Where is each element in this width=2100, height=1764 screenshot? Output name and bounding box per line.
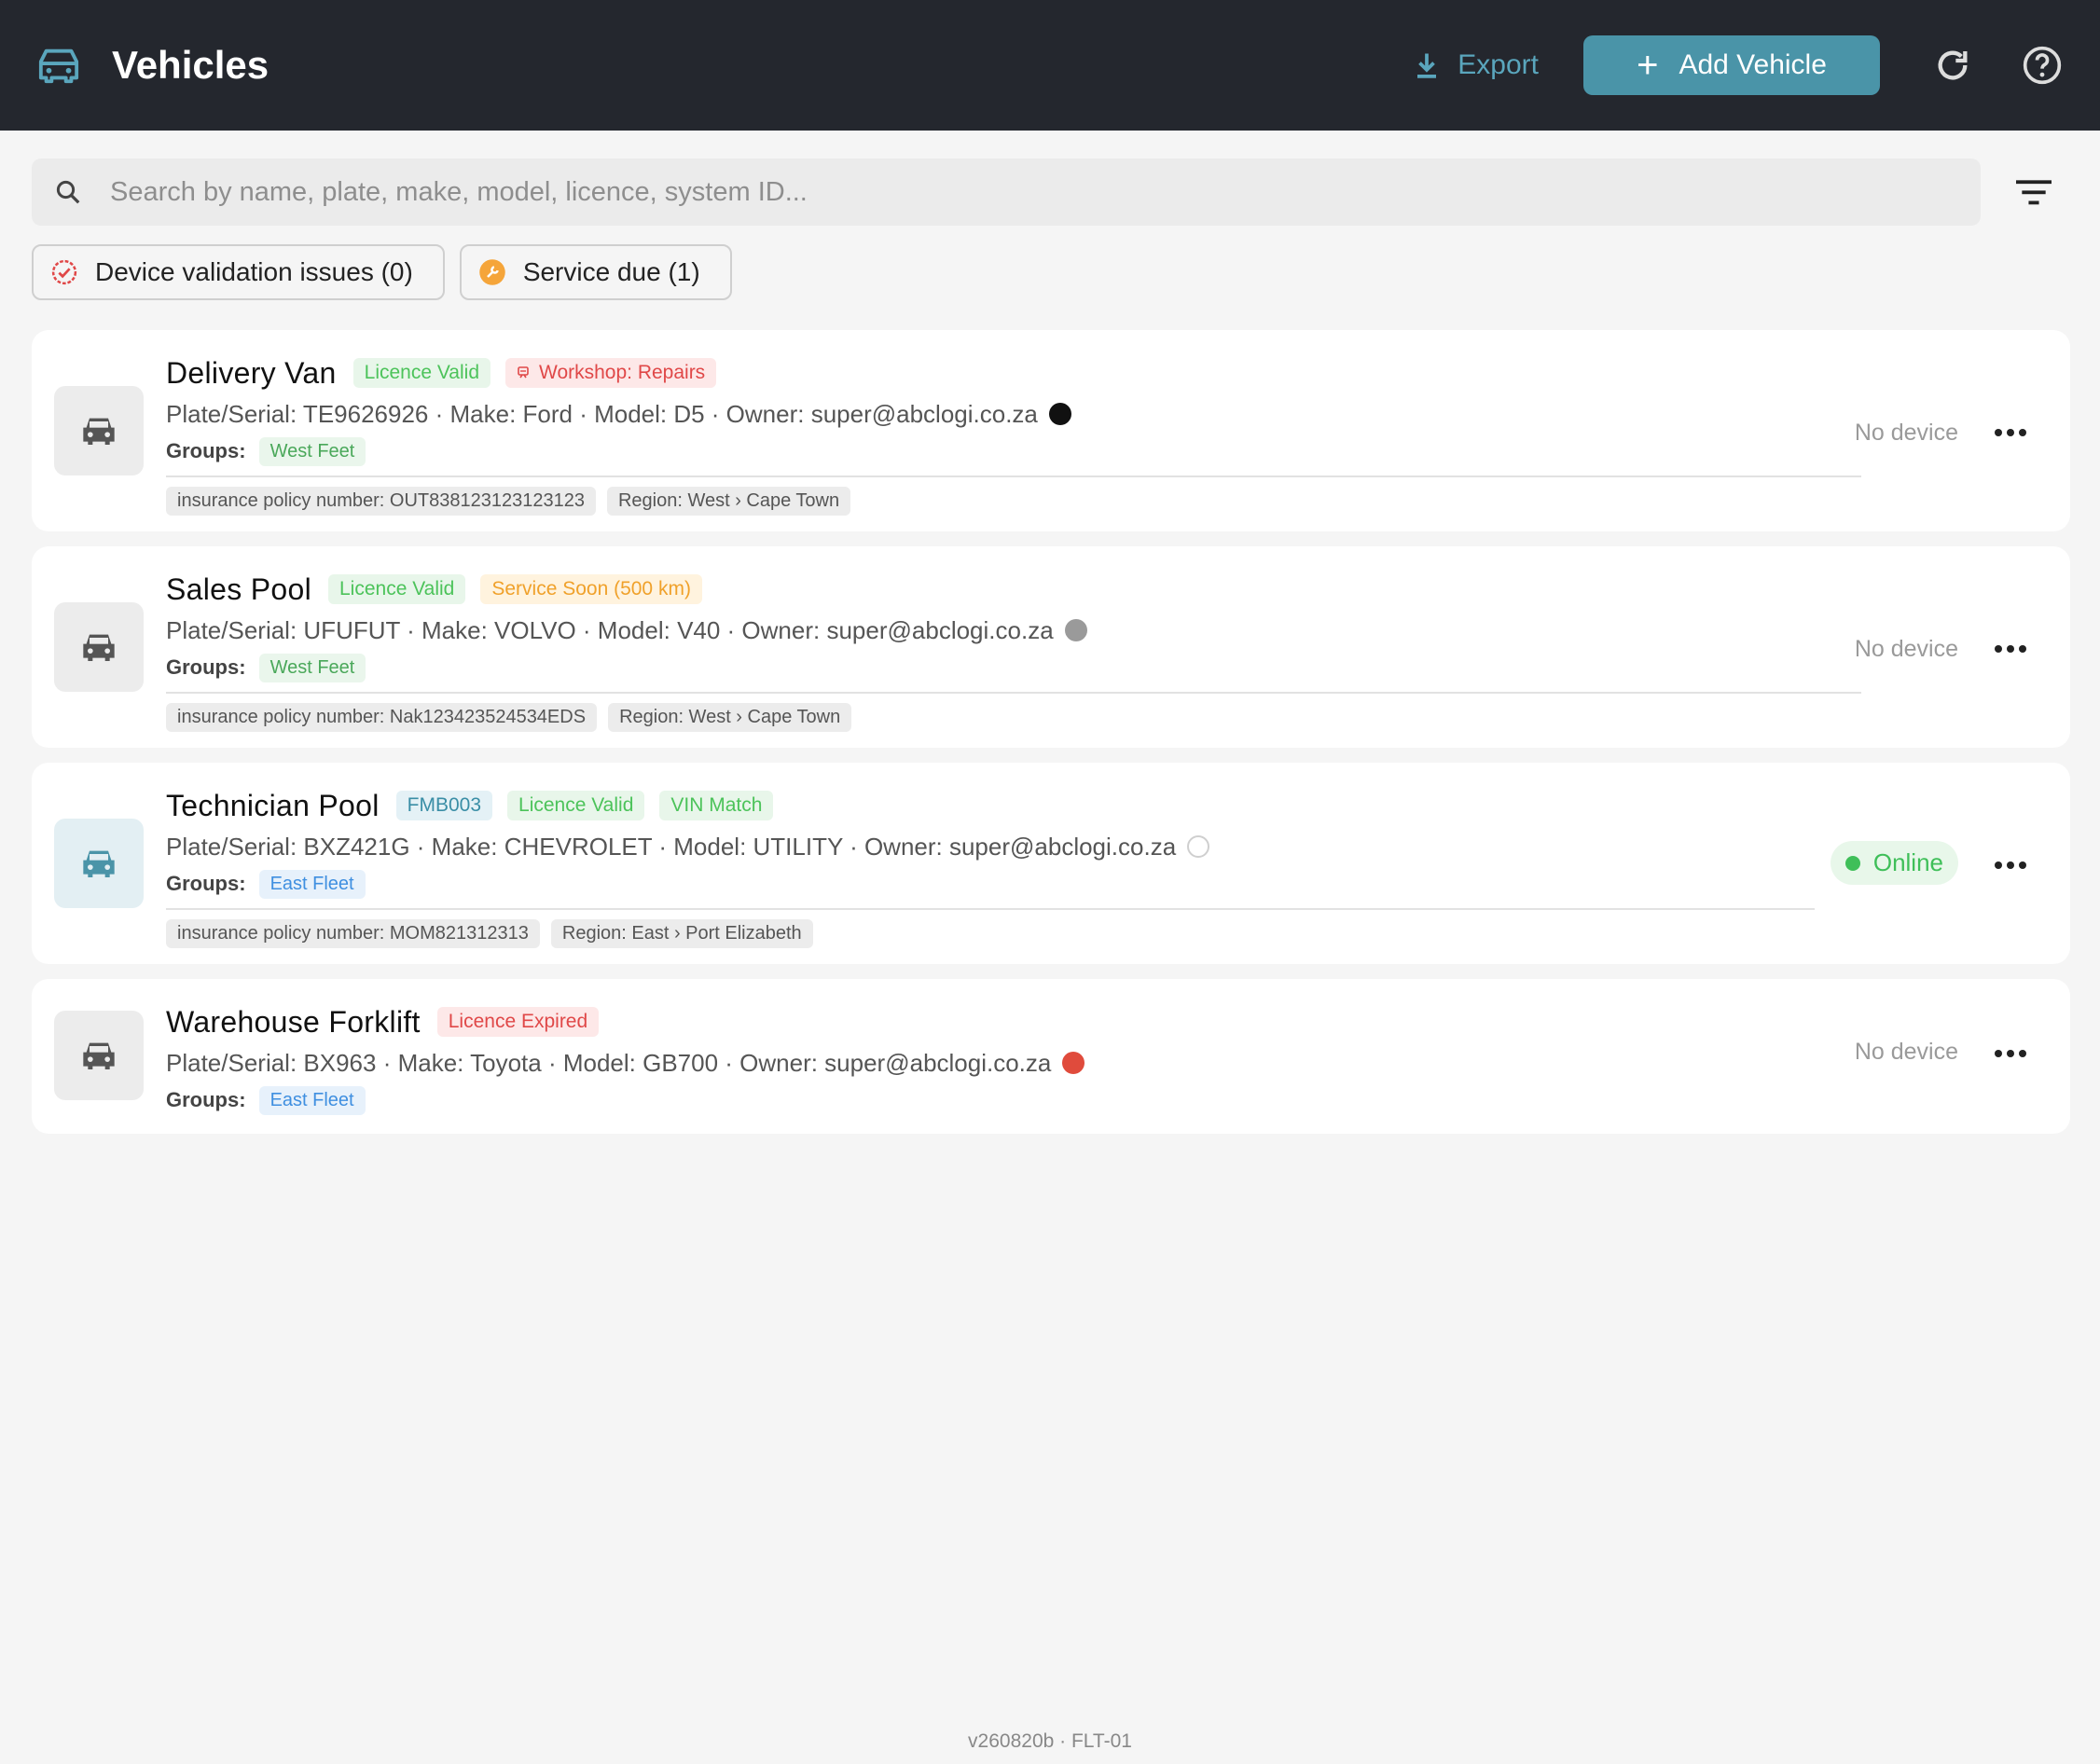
more-options-icon[interactable] (1988, 414, 2033, 451)
vehicle-card[interactable]: Technician Pool FMB003 Licence Valid VIN… (32, 763, 2070, 964)
status-dot (1844, 855, 1860, 871)
search-box[interactable] (32, 158, 1981, 226)
filter-chips: Device validation issues (0) Service due… (32, 244, 732, 300)
colour-dot (1064, 619, 1087, 641)
vehicle-name: Sales Pool (166, 572, 311, 606)
vehicle-card[interactable]: Delivery Van Licence Valid Workshop: Rep… (32, 330, 2070, 531)
filter-icon[interactable] (2016, 178, 2052, 206)
vin-badge: VIN Match (659, 791, 774, 820)
colour-dot (1187, 835, 1210, 858)
help-icon[interactable] (2022, 45, 2063, 86)
export-button[interactable]: Export (1415, 49, 1539, 81)
vehicle-details: Plate/Serial: BXZ421G · Make: CHEVROLET … (166, 832, 1177, 861)
more-options-icon[interactable] (1988, 847, 2033, 884)
chip-label: Service due (1) (522, 257, 700, 286)
group-tag: East Fleet (258, 869, 366, 899)
licence-badge: Licence Valid (352, 358, 490, 388)
group-tag: West Feet (258, 653, 366, 682)
vehicle-card[interactable]: Warehouse Forklift Licence Expired Plate… (32, 979, 2070, 1134)
licence-badge: Licence Expired (436, 1007, 600, 1037)
region-tag: Region: East › Port Elizabeth (550, 919, 813, 948)
wrench-circle-icon (479, 259, 505, 285)
car-icon (37, 42, 84, 89)
groups-label: Groups: (166, 439, 246, 462)
vehicle-name: Warehouse Forklift (166, 1004, 421, 1039)
add-vehicle-button[interactable]: + Add Vehicle (1583, 35, 1880, 95)
vehicle-thumbnail (54, 602, 144, 692)
search-icon (56, 180, 80, 204)
more-options-icon[interactable] (1988, 630, 2033, 668)
page-title: Vehicles (112, 43, 269, 87)
licence-badge: Licence Valid (327, 574, 466, 604)
region-tag: Region: West › Cape Town (606, 487, 851, 516)
insurance-tag: insurance policy number: Nak123423524534… (166, 703, 598, 732)
vehicle-name: Technician Pool (166, 788, 380, 822)
workshop-label: Workshop: Repairs (539, 362, 706, 383)
group-tag: East Fleet (258, 1085, 366, 1115)
groups-label: Groups: (166, 1088, 246, 1111)
alert-badge-icon (51, 259, 77, 285)
region-tag: Region: West › Cape Town (608, 703, 852, 732)
car-icon (83, 850, 115, 877)
divider (166, 692, 1861, 694)
chip-device-validation[interactable]: Device validation issues (0) (32, 244, 445, 300)
plus-icon: + (1637, 45, 1659, 86)
vehicle-details: Plate/Serial: TE9626926 · Make: Ford · M… (166, 399, 1038, 428)
device-id-badge: FMB003 (395, 791, 493, 820)
more-options-icon[interactable] (1988, 1035, 2033, 1072)
vehicle-card[interactable]: Sales Pool Licence Valid Service Soon (5… (32, 546, 2070, 748)
chip-label: Device validation issues (0) (95, 257, 413, 286)
vehicle-name: Delivery Van (166, 355, 337, 390)
top-bar: Vehicles Export + Add Vehicle (0, 0, 2100, 131)
car-icon (83, 1042, 115, 1069)
car-icon (83, 634, 115, 661)
add-vehicle-label: Add Vehicle (1679, 49, 1827, 80)
vehicle-list: Delivery Van Licence Valid Workshop: Rep… (32, 330, 2070, 1149)
device-status: No device (1854, 1039, 1958, 1065)
car-icon (83, 418, 115, 445)
online-status-badge: Online (1830, 841, 1958, 885)
colour-dot (1062, 1052, 1085, 1074)
version-footer: v260820b · FLT-01 (968, 1730, 1132, 1752)
groups-label: Groups: (166, 872, 246, 895)
online-label: Online (1872, 848, 1943, 876)
licence-badge: Licence Valid (507, 791, 645, 820)
download-icon (1417, 53, 1437, 78)
device-status: No device (1854, 420, 1958, 446)
group-tag: West Feet (258, 436, 366, 466)
vehicle-details: Plate/Serial: BX963 · Make: Toyota · Mod… (166, 1048, 1052, 1077)
groups-label: Groups: (166, 655, 246, 679)
refresh-icon[interactable] (1932, 45, 1973, 86)
divider (166, 908, 1815, 910)
workshop-badge: Workshop: Repairs (505, 358, 717, 388)
vehicle-thumbnail (54, 386, 144, 475)
search-input[interactable] (110, 176, 1882, 208)
vehicle-details: Plate/Serial: UFUFUT · Make: VOLVO · Mod… (166, 615, 1054, 644)
divider (166, 475, 1861, 477)
vehicle-thumbnail (54, 819, 144, 908)
vehicle-thumbnail (54, 1011, 144, 1100)
insurance-tag: insurance policy number: OUT838123123123… (166, 487, 596, 516)
chip-service-due[interactable]: Service due (1) (459, 244, 732, 300)
service-badge: Service Soon (500 km) (480, 574, 702, 604)
colour-dot (1048, 403, 1071, 425)
search-row (32, 158, 2074, 226)
workshop-icon (518, 366, 529, 379)
export-label: Export (1458, 49, 1539, 80)
device-status: No device (1854, 636, 1958, 662)
insurance-tag: insurance policy number: MOM821312313 (166, 919, 540, 948)
